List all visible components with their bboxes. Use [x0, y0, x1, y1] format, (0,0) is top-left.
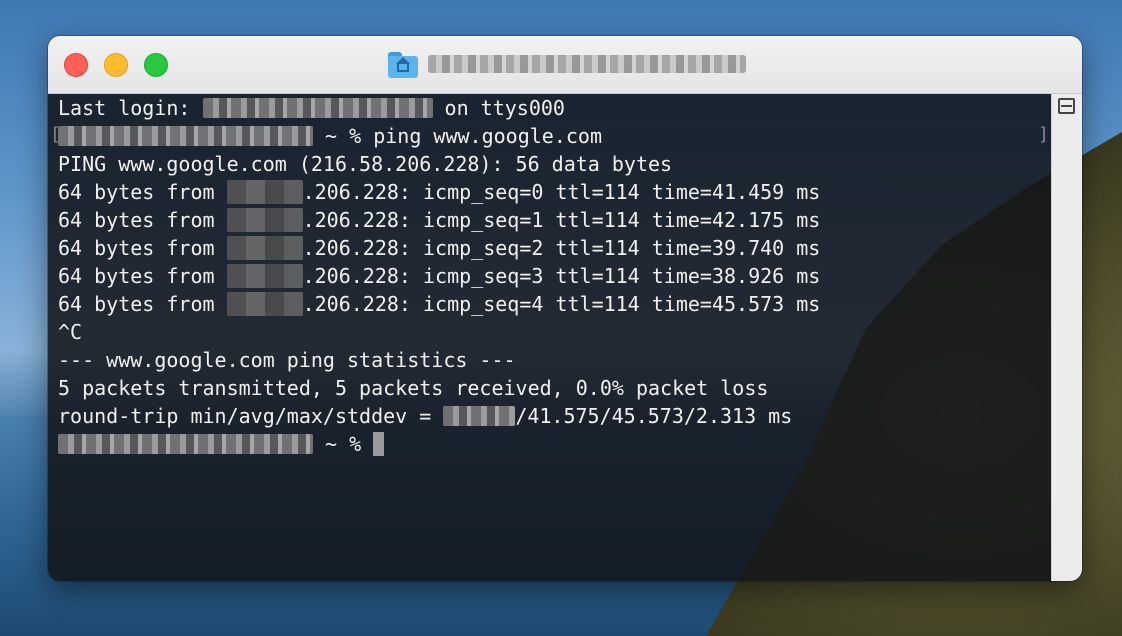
- terminal-window: [ ] Last login: on ttys000 ~ % ping www.…: [48, 36, 1082, 581]
- redacted-ip: [226, 292, 303, 316]
- redacted-host: [58, 126, 313, 146]
- line-text: ~ % ping www.google.com: [313, 124, 602, 148]
- line-text: PING www.google.com (216.58.206.228): 56…: [58, 152, 673, 176]
- terminal-line: 64 bytes from .206.228: icmp_seq=4 ttl=1…: [58, 290, 1012, 318]
- line-text: 64 bytes from: [58, 292, 227, 316]
- line-text: ~ %: [313, 432, 374, 456]
- line-text: ^C: [58, 320, 83, 344]
- line-text: --- www.google.com ping statistics ---: [58, 348, 516, 372]
- split-pane-icon[interactable]: [1058, 98, 1075, 114]
- redacted-min: [443, 406, 516, 426]
- line-text: 5 packets transmitted, 5 packets receive…: [58, 376, 769, 400]
- redacted-ip: [226, 236, 303, 260]
- line-text: 64 bytes from: [58, 236, 227, 260]
- text-cursor: [373, 432, 385, 456]
- mark-right-bracket: ]: [1038, 124, 1049, 145]
- home-folder-icon: [388, 50, 418, 78]
- line-text: .206.228: icmp_seq=4 ttl=114 time=45.573…: [302, 292, 821, 316]
- line-text: 64 bytes from: [58, 180, 227, 204]
- terminal-line: 64 bytes from .206.228: icmp_seq=1 ttl=1…: [58, 206, 1012, 234]
- line-text: Last login:: [58, 96, 203, 120]
- line-text: .206.228: icmp_seq=3 ttl=114 time=38.926…: [302, 264, 821, 288]
- zoom-button[interactable]: [144, 53, 168, 77]
- window-title: [388, 48, 746, 80]
- terminal-line: Last login: on ttys000: [58, 94, 1012, 122]
- redacted-host: [58, 434, 313, 454]
- line-text: .206.228: icmp_seq=2 ttl=114 time=39.740…: [302, 236, 821, 260]
- line-text: 64 bytes from: [58, 264, 227, 288]
- redacted-ip: [226, 180, 303, 204]
- terminal-line: ~ %: [58, 430, 1012, 458]
- line-text: round-trip min/avg/max/stddev =: [58, 404, 444, 428]
- terminal-line: 64 bytes from .206.228: icmp_seq=3 ttl=1…: [58, 262, 1012, 290]
- terminal-line: ~ % ping www.google.com: [58, 122, 1012, 150]
- terminal-scrollbar[interactable]: [1051, 94, 1082, 581]
- terminal-line: --- www.google.com ping statistics ---: [58, 346, 1012, 374]
- terminal-lines: Last login: on ttys000 ~ % ping www.goog…: [58, 94, 1012, 458]
- redacted-window-title: [428, 55, 746, 73]
- terminal-line: 5 packets transmitted, 5 packets receive…: [58, 374, 1012, 402]
- line-text: /41.575/45.573/2.313 ms: [515, 404, 793, 428]
- line-text: .206.228: icmp_seq=1 ttl=114 time=42.175…: [302, 208, 821, 232]
- line-text: on ttys000: [432, 96, 565, 120]
- line-text: .206.228: icmp_seq=0 ttl=114 time=41.459…: [302, 180, 821, 204]
- redacted-ip: [226, 208, 303, 232]
- close-button[interactable]: [64, 53, 88, 77]
- terminal-line: ^C: [58, 318, 1012, 346]
- terminal-line: 64 bytes from .206.228: icmp_seq=2 ttl=1…: [58, 234, 1012, 262]
- terminal-output[interactable]: [ ] Last login: on ttys000 ~ % ping www.…: [48, 94, 1052, 581]
- minimize-button[interactable]: [104, 53, 128, 77]
- terminal-line: round-trip min/avg/max/stddev = /41.575/…: [58, 402, 1012, 430]
- terminal-line: 64 bytes from .206.228: icmp_seq=0 ttl=1…: [58, 178, 1012, 206]
- title-bar[interactable]: [48, 36, 1082, 94]
- redacted-ip: [226, 264, 303, 288]
- line-text: 64 bytes from: [58, 208, 227, 232]
- terminal-line: PING www.google.com (216.58.206.228): 56…: [58, 150, 1012, 178]
- redacted-date: [202, 98, 433, 118]
